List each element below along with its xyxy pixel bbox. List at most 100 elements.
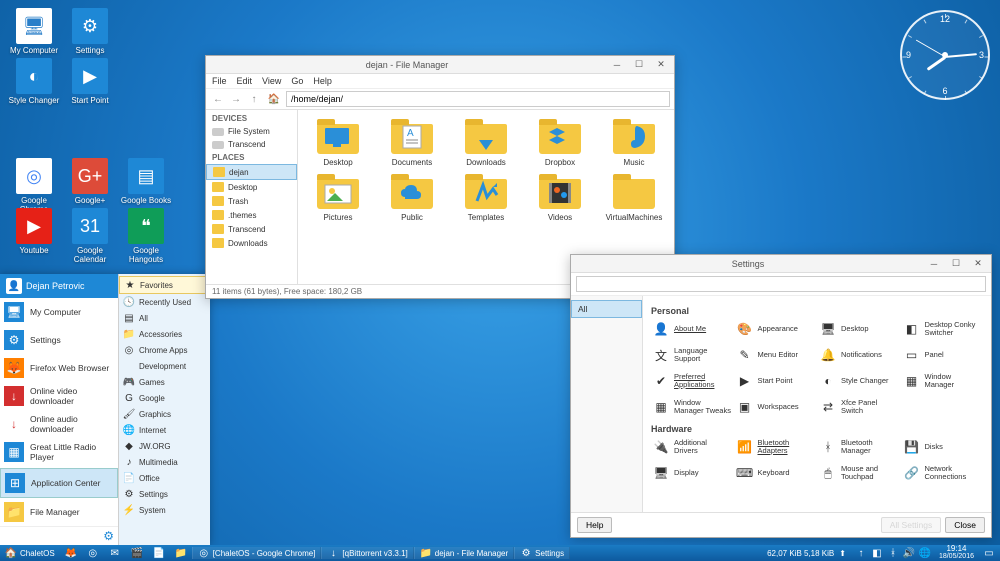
category-item[interactable]: 📄Office	[119, 470, 210, 486]
settings-item[interactable]: ▶Start Point	[735, 370, 817, 392]
category-item[interactable]: 🕓Recently Used	[119, 294, 210, 310]
desktop-icon-style-changer[interactable]: ◐Style Changer	[8, 58, 60, 105]
launcher[interactable]: 🎬	[126, 547, 148, 559]
tray-icon[interactable]: ᚼ	[887, 547, 899, 559]
desktop-icon-google-books[interactable]: ▤Google Books	[120, 158, 172, 205]
menu-help[interactable]: Help	[313, 76, 332, 86]
settings-item[interactable]: ◧Desktop Conky Switcher	[902, 318, 984, 340]
minimize-button[interactable]: ─	[606, 58, 628, 72]
search-input[interactable]	[576, 276, 986, 292]
menu-view[interactable]: View	[262, 76, 281, 86]
show-desktop[interactable]: ▭	[978, 545, 1000, 561]
folder-item[interactable]: Desktop	[302, 118, 374, 169]
category-item[interactable]: ◎Chrome Apps	[119, 342, 210, 358]
menu-file[interactable]: File	[212, 76, 227, 86]
task-button[interactable]: ↓[qBittorrent v3.3.1]	[321, 547, 413, 559]
tray-icon[interactable]: ◧	[871, 547, 883, 559]
help-button[interactable]: Help	[577, 517, 612, 533]
desktop-icon-settings[interactable]: ⚙Settings	[64, 8, 116, 55]
menu-go[interactable]: Go	[291, 76, 303, 86]
desktop-icon-youtube[interactable]: ▶Youtube	[8, 208, 60, 255]
desktop-icon-google-calendar[interactable]: 31Google Calendar	[64, 208, 116, 264]
place-item[interactable]: Downloads	[206, 236, 297, 250]
settings-item[interactable]: 文Language Support	[651, 344, 733, 366]
folder-item[interactable]: Downloads	[450, 118, 522, 169]
settings-item[interactable]: 🎨Appearance	[735, 318, 817, 340]
place-item[interactable]: .themes	[206, 208, 297, 222]
category-item[interactable]: 🌐Internet	[119, 422, 210, 438]
settings-item[interactable]: 🖱Mouse and Touchpad	[818, 462, 900, 484]
maximize-button[interactable]: ☐	[945, 257, 967, 271]
file-manager-shortcut[interactable]: 📁 File Manager	[0, 498, 118, 526]
category-item[interactable]: ⚡System	[119, 502, 210, 518]
menu-item[interactable]: ⚙Settings	[0, 326, 118, 354]
menu-item[interactable]: 🦊Firefox Web Browser	[0, 354, 118, 382]
back-button[interactable]: ←	[210, 92, 226, 106]
folder-item[interactable]: Templates	[450, 173, 522, 224]
minimize-button[interactable]: ─	[923, 257, 945, 271]
launcher[interactable]: 📁	[170, 547, 192, 559]
path-input[interactable]	[286, 91, 670, 107]
menu-item[interactable]: ▦Great Little Radio Player	[0, 438, 118, 466]
place-item[interactable]: Transcend	[206, 222, 297, 236]
user-header[interactable]: 👤 Dejan Petrovic	[0, 274, 118, 298]
tray-icon[interactable]: 🔊	[903, 547, 915, 559]
category-item[interactable]: ★Favorites	[119, 276, 210, 294]
category-item[interactable]: GGoogle	[119, 390, 210, 406]
folder-item[interactable]: VirtualMachines	[598, 173, 670, 224]
settings-item[interactable]: 👤About Me	[651, 318, 733, 340]
category-item[interactable]: ♪Multimedia	[119, 454, 210, 470]
menu-edit[interactable]: Edit	[237, 76, 253, 86]
forward-button[interactable]: →	[228, 92, 244, 106]
settings-item[interactable]: ⌨Keyboard	[735, 462, 817, 484]
desktop-icon-google-plus[interactable]: G+Google+	[64, 158, 116, 205]
launcher[interactable]: 🦊	[60, 547, 82, 559]
category-item[interactable]: 🎮Games	[119, 374, 210, 390]
desktop-icon-my-computer[interactable]: 🖥My Computer	[8, 8, 60, 55]
settings-item[interactable]: 🖥Desktop	[818, 318, 900, 340]
category-item[interactable]: 🖌Graphics	[119, 406, 210, 422]
all-settings-button[interactable]: All Settings	[881, 517, 942, 533]
desktop-icon-start-point[interactable]: ▶Start Point	[64, 58, 116, 105]
folder-item[interactable]: Dropbox	[524, 118, 596, 169]
settings-item[interactable]: ▦Window Manager Tweaks	[651, 396, 733, 418]
task-button[interactable]: ⚙Settings	[514, 547, 570, 559]
settings-item[interactable]: ✔Preferred Applications	[651, 370, 733, 392]
up-button[interactable]: ↑	[246, 92, 262, 106]
settings-item[interactable]: ᚼBluetooth Manager	[818, 436, 900, 458]
settings-item[interactable]: ▭Panel	[902, 344, 984, 366]
launcher[interactable]: ✉	[104, 547, 126, 559]
home-icon[interactable]: 🏠	[266, 92, 282, 106]
folder-item[interactable]: ADocuments	[376, 118, 448, 169]
start-button[interactable]: 🏠ChaletOS	[0, 545, 60, 561]
close-button[interactable]: Close	[945, 517, 985, 533]
category-item[interactable]: ⚙Settings	[119, 486, 210, 502]
place-item[interactable]: Desktop	[206, 180, 297, 194]
folder-item[interactable]: Videos	[524, 173, 596, 224]
device-item[interactable]: Transcend	[206, 138, 297, 151]
desktop-icon-google-hangouts[interactable]: ❝Google Hangouts	[120, 208, 172, 264]
settings-item[interactable]: 💾Disks	[902, 436, 984, 458]
folder-item[interactable]: Pictures	[302, 173, 374, 224]
close-button[interactable]: ✕	[967, 257, 989, 271]
menu-item[interactable]: ↓Online video downloader	[0, 382, 118, 410]
category-item[interactable]: Development	[119, 358, 210, 374]
category-item[interactable]: 📁Accessories	[119, 326, 210, 342]
category-all[interactable]: All	[571, 300, 642, 318]
menu-item[interactable]: ↓Online audio downloader	[0, 410, 118, 438]
close-button[interactable]: ✕	[650, 58, 672, 72]
tray-icon[interactable]: ↑	[855, 547, 867, 559]
settings-item[interactable]: ▣Workspaces	[735, 396, 817, 418]
category-item[interactable]: ◆JW.ORG	[119, 438, 210, 454]
task-button[interactable]: 📁dejan - File Manager	[414, 547, 514, 559]
menu-item[interactable]: 🖥My Computer	[0, 298, 118, 326]
launcher[interactable]: 📄	[148, 547, 170, 559]
device-item[interactable]: File System	[206, 125, 297, 138]
settings-item[interactable]: 📶Bluetooth Adapters	[735, 436, 817, 458]
settings-item[interactable]: ⇄Xfce Panel Switch	[818, 396, 900, 418]
folder-item[interactable]: Music	[598, 118, 670, 169]
launcher[interactable]: ◎	[82, 547, 104, 559]
settings-item[interactable]: 🔌Additional Drivers	[651, 436, 733, 458]
settings-item[interactable]: ▦Window Manager	[902, 370, 984, 392]
place-item[interactable]: dejan	[206, 164, 297, 180]
